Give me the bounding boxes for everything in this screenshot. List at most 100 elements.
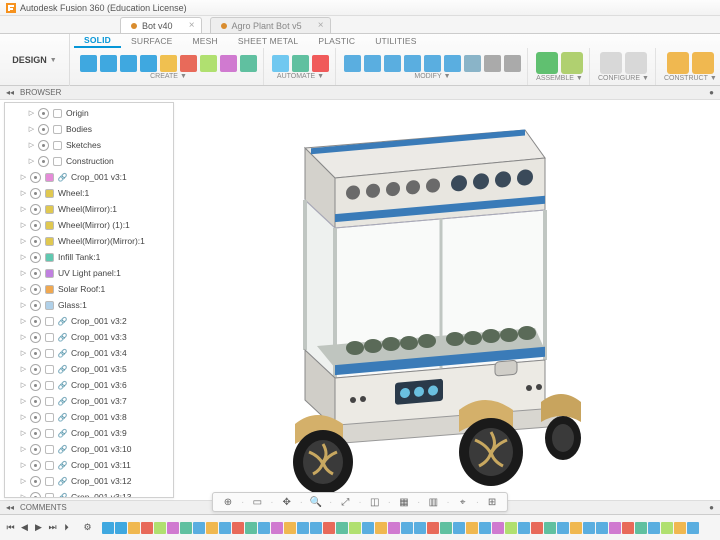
tool-icon[interactable]: [200, 55, 217, 72]
appearance-swatch-icon[interactable]: [45, 189, 54, 198]
tree-item[interactable]: ▷Sketches: [5, 137, 173, 153]
tree-item[interactable]: ▷Wheel(Mirror)(Mirror):1: [5, 233, 173, 249]
visibility-icon[interactable]: [30, 300, 41, 311]
section-icon[interactable]: ◫: [368, 495, 382, 509]
timeline-feature[interactable]: [557, 522, 569, 534]
workspace-switcher[interactable]: DESIGN ▼: [0, 34, 70, 86]
tool-icon[interactable]: [484, 55, 501, 72]
pan-icon[interactable]: ✥: [280, 495, 294, 509]
timeline-feature[interactable]: [687, 522, 699, 534]
visibility-icon[interactable]: [30, 460, 41, 471]
visibility-icon[interactable]: [30, 220, 41, 231]
timeline-feature[interactable]: [661, 522, 673, 534]
timeline-feature[interactable]: [427, 522, 439, 534]
tool-icon[interactable]: [444, 55, 461, 72]
timeline-feature[interactable]: [531, 522, 543, 534]
tool-icon[interactable]: [292, 55, 309, 72]
visibility-icon[interactable]: [30, 380, 41, 391]
tree-item[interactable]: ▷🔗Crop_001 v3:7: [5, 393, 173, 409]
expand-icon[interactable]: ▷: [19, 301, 28, 309]
tree-item[interactable]: ▷🔗Crop_001 v3:3: [5, 329, 173, 345]
expand-icon[interactable]: ▷: [19, 205, 28, 213]
tool-icon[interactable]: [120, 55, 137, 72]
timeline-control[interactable]: ⏮: [4, 521, 17, 534]
visibility-icon[interactable]: [30, 364, 41, 375]
tool-icon[interactable]: [272, 55, 289, 72]
expand-icon[interactable]: ▷: [19, 461, 28, 469]
tree-item[interactable]: ▷Wheel:1: [5, 185, 173, 201]
tool-icon[interactable]: [536, 52, 558, 74]
grid-icon[interactable]: ▥: [426, 495, 440, 509]
timeline-feature[interactable]: [193, 522, 205, 534]
group-label[interactable]: AUTOMATE ▼: [277, 73, 324, 80]
appearance-swatch-icon[interactable]: [45, 493, 54, 498]
timeline-control[interactable]: ◀: [18, 521, 31, 534]
expand-icon[interactable]: ▷: [19, 477, 28, 485]
tree-item[interactable]: ▷Solar Roof:1: [5, 281, 173, 297]
expand-icon[interactable]: ▷: [19, 173, 28, 181]
timeline-feature[interactable]: [167, 522, 179, 534]
expand-icon[interactable]: ▷: [19, 429, 28, 437]
appearance-swatch-icon[interactable]: [53, 125, 62, 134]
timeline-feature[interactable]: [375, 522, 387, 534]
tool-icon[interactable]: [424, 55, 441, 72]
appearance-swatch-icon[interactable]: [45, 221, 54, 230]
visibility-icon[interactable]: [30, 476, 41, 487]
timeline-feature[interactable]: [180, 522, 192, 534]
viewport-icon[interactable]: ⊞: [485, 495, 499, 509]
timeline-feature[interactable]: [323, 522, 335, 534]
panel-options-icon[interactable]: ●: [709, 503, 714, 512]
timeline-feature[interactable]: [414, 522, 426, 534]
tree-item[interactable]: ▷🔗Crop_001 v3:2: [5, 313, 173, 329]
tool-icon[interactable]: [312, 55, 329, 72]
tool-icon[interactable]: [561, 52, 583, 74]
timeline-feature[interactable]: [635, 522, 647, 534]
timeline-feature[interactable]: [518, 522, 530, 534]
tree-item[interactable]: ▷Glass:1: [5, 297, 173, 313]
timeline-feature[interactable]: [336, 522, 348, 534]
timeline-control[interactable]: ⏭: [46, 521, 59, 534]
visibility-icon[interactable]: [30, 204, 41, 215]
timeline-feature[interactable]: [102, 522, 114, 534]
appearance-swatch-icon[interactable]: [45, 477, 54, 486]
timeline-feature[interactable]: [310, 522, 322, 534]
document-tab[interactable]: Bot v40×: [120, 17, 202, 33]
expand-icon[interactable]: ▷: [19, 285, 28, 293]
ribbon-tab-plastic[interactable]: PLASTIC: [308, 34, 365, 48]
visibility-icon[interactable]: [30, 412, 41, 423]
zoom-icon[interactable]: 🔍: [309, 495, 323, 509]
tree-item[interactable]: ▷🔗Crop_001 v3:10: [5, 441, 173, 457]
tree-item[interactable]: ▷Wheel(Mirror) (1):1: [5, 217, 173, 233]
appearance-swatch-icon[interactable]: [53, 141, 62, 150]
visibility-icon[interactable]: [30, 172, 41, 183]
timeline-feature[interactable]: [570, 522, 582, 534]
browser-header[interactable]: ◂◂ BROWSER ●: [0, 86, 720, 100]
snap-icon[interactable]: ⌖: [456, 495, 470, 509]
appearance-swatch-icon[interactable]: [45, 253, 54, 262]
visibility-icon[interactable]: [30, 284, 41, 295]
tree-item[interactable]: ▷UV Light panel:1: [5, 265, 173, 281]
timeline-feature[interactable]: [544, 522, 556, 534]
close-icon[interactable]: ×: [318, 20, 324, 31]
timeline-feature[interactable]: [128, 522, 140, 534]
gear-icon[interactable]: ⚙: [81, 521, 94, 534]
appearance-swatch-icon[interactable]: [45, 333, 54, 342]
timeline-feature[interactable]: [466, 522, 478, 534]
expand-icon[interactable]: ▷: [19, 317, 28, 325]
tool-icon[interactable]: [404, 55, 421, 72]
expand-icon[interactable]: ▷: [19, 381, 28, 389]
timeline-feature[interactable]: [388, 522, 400, 534]
visibility-icon[interactable]: [38, 140, 49, 151]
appearance-swatch-icon[interactable]: [45, 317, 54, 326]
visibility-icon[interactable]: [30, 316, 41, 327]
tool-icon[interactable]: [464, 55, 481, 72]
appearance-swatch-icon[interactable]: [45, 269, 54, 278]
tool-icon[interactable]: [160, 55, 177, 72]
tool-icon[interactable]: [504, 55, 521, 72]
ribbon-tab-utilities[interactable]: UTILITIES: [365, 34, 426, 48]
tool-icon[interactable]: [220, 55, 237, 72]
visibility-icon[interactable]: [30, 428, 41, 439]
group-label[interactable]: CONSTRUCT ▼: [664, 75, 717, 82]
timeline-feature[interactable]: [232, 522, 244, 534]
tree-item[interactable]: ▷Bodies: [5, 121, 173, 137]
